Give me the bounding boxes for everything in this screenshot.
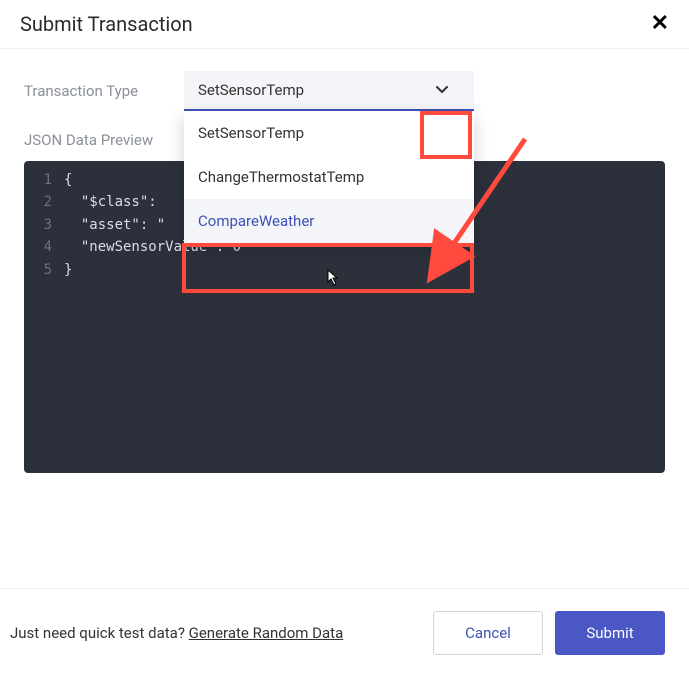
code-line: { [64, 169, 72, 191]
generate-random-data-link[interactable]: Generate Random Data [189, 624, 344, 642]
close-icon[interactable]: ✕ [651, 13, 669, 35]
transaction-type-select[interactable]: SetSensorTemp [184, 71, 474, 111]
chevron-down-icon[interactable] [424, 72, 460, 108]
dropdown-option-label: ChangeThermostatTemp [198, 168, 364, 186]
code-line: "$class": [64, 191, 157, 213]
transaction-type-label: Transaction Type [24, 82, 184, 100]
dropdown-option-label: CompareWeather [198, 212, 314, 230]
dropdown-option-changethermostattemp[interactable]: ChangeThermostatTemp [184, 155, 474, 199]
transaction-type-dropdown: SetSensorTemp ChangeThermostatTemp Compa… [184, 111, 474, 243]
footer-prompt: Just need quick test data? [10, 624, 189, 642]
select-value: SetSensorTemp [198, 81, 304, 99]
dropdown-option-compareweather[interactable]: CompareWeather [184, 199, 474, 243]
dropdown-option-setsensortemp[interactable]: SetSensorTemp [184, 111, 474, 155]
code-line: } [64, 259, 72, 281]
submit-button[interactable]: Submit [555, 611, 665, 655]
dropdown-option-label: SetSensorTemp [198, 124, 304, 142]
cancel-button[interactable]: Cancel [433, 611, 543, 655]
modal-title: Submit Transaction [20, 12, 193, 36]
